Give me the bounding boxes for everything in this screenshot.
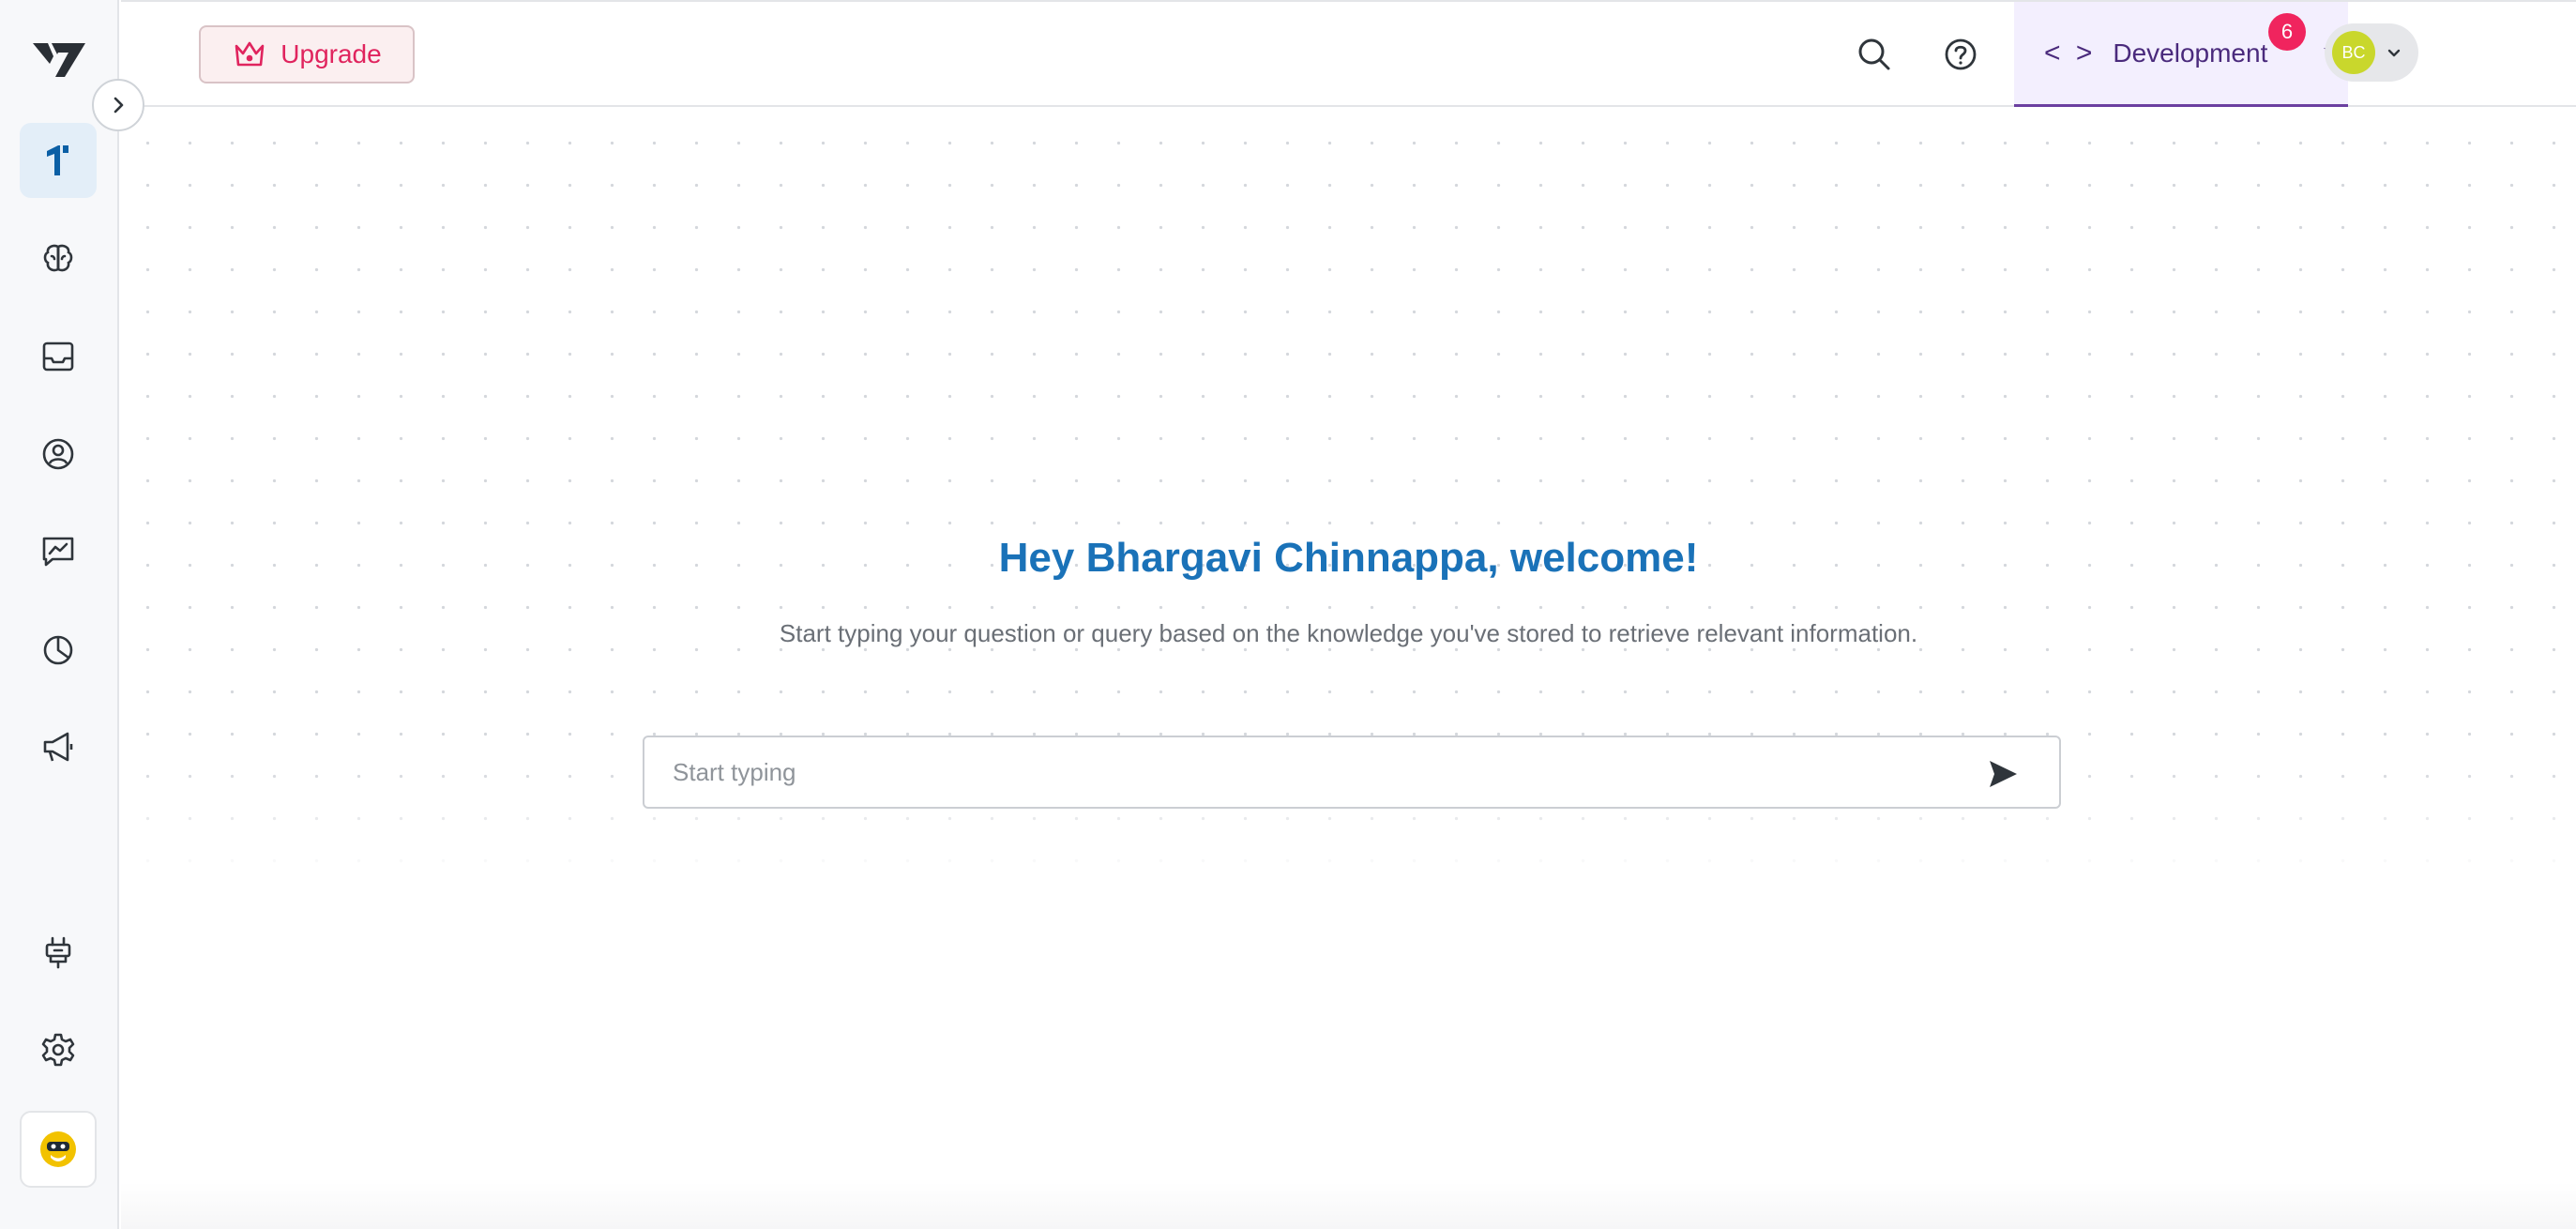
welcome-subtitle: Start typing your question or query base… — [779, 619, 1918, 647]
search-button[interactable] — [1853, 33, 1896, 76]
chart-message-icon — [42, 537, 74, 567]
megaphone-icon — [43, 732, 73, 762]
sidebar-item-bot[interactable] — [20, 1111, 97, 1188]
sidebar-item-contacts[interactable] — [20, 417, 97, 492]
query-input[interactable] — [673, 737, 1967, 807]
inbox-icon — [42, 341, 74, 372]
knowledge-icon — [47, 145, 68, 175]
sidebar-item-inbox[interactable] — [20, 319, 97, 394]
pie-chart-icon — [43, 635, 73, 665]
sidebar-item-settings[interactable] — [20, 1012, 97, 1087]
chevron-right-icon — [114, 97, 124, 114]
profile-menu[interactable]: BC — [2325, 23, 2418, 82]
sidebar-item-campaigns[interactable] — [20, 709, 97, 784]
sidebar-item-integrations[interactable] — [20, 915, 97, 990]
sidebar-item-reports[interactable] — [20, 612, 97, 687]
welcome-heading: Hey Bhargavi Chinnappa, welcome! — [998, 535, 1699, 581]
user-circle-icon — [42, 438, 74, 470]
help-button[interactable] — [1939, 33, 1982, 76]
brand-logo[interactable] — [31, 36, 87, 83]
top-bar: Upgrade < > Development — [121, 0, 2576, 107]
sidebar-expand-button[interactable] — [92, 79, 144, 131]
sidebar — [0, 0, 119, 1229]
brain-icon — [43, 244, 73, 272]
crown-icon — [235, 41, 265, 67]
avatar: BC — [2332, 31, 2375, 74]
code-icon: < > — [2044, 37, 2097, 68]
notification-badge: 6 — [2268, 13, 2306, 51]
help-icon — [1945, 38, 1977, 70]
sidebar-item-analytics[interactable] — [20, 514, 97, 589]
search-icon — [1858, 38, 1890, 70]
send-icon[interactable] — [1986, 757, 2020, 791]
background-fade — [121, 764, 2576, 1229]
main-content: Hey Bhargavi Chinnappa, welcome! Start t… — [121, 107, 2576, 1229]
chevron-down-icon — [2387, 49, 2401, 57]
bot-avatar-icon — [40, 1131, 76, 1167]
upgrade-button[interactable]: Upgrade — [199, 25, 415, 83]
sidebar-item-knowledge[interactable] — [20, 123, 97, 198]
query-box — [643, 736, 2061, 809]
plug-icon — [45, 936, 71, 969]
environment-label: Development — [2113, 38, 2268, 68]
sidebar-item-brain[interactable] — [20, 221, 97, 296]
gear-icon — [41, 1033, 75, 1067]
upgrade-label: Upgrade — [280, 39, 382, 68]
